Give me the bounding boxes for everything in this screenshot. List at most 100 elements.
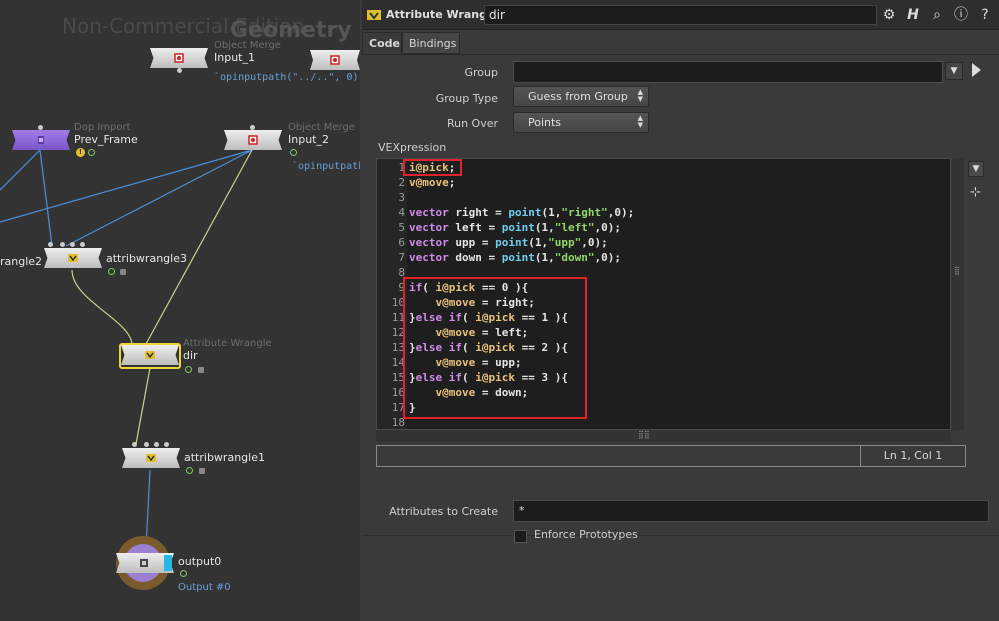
code-line[interactable]: 3 [377,190,950,205]
vex-code-editor[interactable]: 1 i@pick; 2 v@move; 3 4 vector right = point(1… [376,158,951,430]
node-wrangle2-name: rangle2 [0,255,43,268]
line-number: 12 [391,326,405,339]
display-flag-blue [164,555,172,571]
network-editor[interactable]: Non-Commercial Edition Geometry Object M… [0,0,360,621]
group-field[interactable] [513,61,943,83]
display-flag-icon [180,570,187,577]
wire-input2-wrangle3 [65,149,253,247]
code-text: vector down = point(1,"down",0); [409,251,621,264]
line-number: 3 [398,191,405,204]
line-number: 13 [391,341,405,354]
line-number: 15 [391,371,405,384]
line-number: 4 [398,206,405,219]
info-icon[interactable]: ⓘ [952,6,970,24]
gear-icon[interactable]: ⚙ [880,6,898,24]
display-flag-icon [108,268,115,275]
tab-code[interactable]: Code [362,32,402,54]
houdini-help-icon[interactable]: H [904,6,922,24]
code-horizontal-scrollbar[interactable]: ⣿⣿ [376,430,951,442]
node-type-label: Attribute Wrangle [386,8,499,21]
line-number: 11 [391,311,405,324]
node-attribwrangle3-name: attribwrangle3 [106,252,187,265]
code-text: vector upp = point(1,"upp",0); [409,236,608,249]
highlight-box-ifblock [403,277,587,419]
code-text: vector left = point(1,"left",0); [409,221,621,234]
enforce-prototypes-label: Enforce Prototypes [534,528,638,541]
display-flag-icon [186,467,193,474]
line-number: 14 [391,356,405,369]
wire-prevframe-wrangle3 [39,149,53,247]
run-over-menu[interactable]: Points ▲ ▼ [513,112,649,133]
vexpression-label: VEXpression [378,141,447,154]
line-number: 7 [398,251,405,264]
group-type-label: Group Type [435,92,498,105]
enforce-prototypes-checkbox[interactable] [514,530,527,543]
node-dir-type: Attribute Wrangle [183,338,272,349]
node-prevframe-name: Prev_Frame [74,133,138,146]
add-spare-params-icon[interactable]: ⊹ [970,185,981,200]
node-input2-name: Input_2 [288,133,329,146]
code-line[interactable]: 2 v@move; [377,175,950,190]
wrangle-icon [68,254,78,262]
highlight-box-pick [403,159,462,176]
code-vertical-scrollbar[interactable]: ⣿ [952,158,964,430]
node-attribwrangle1-name: attribwrangle1 [184,451,265,464]
search-icon[interactable]: ⌕ [928,6,946,24]
code-text: vector right = point(1,"right",0); [409,206,635,219]
wrangle-icon [146,454,156,462]
code-line[interactable]: 4 vector right = point(1,"right",0); [377,205,950,220]
line-number: 1 [398,161,405,174]
attributes-to-create-field[interactable]: * [513,500,989,522]
wire-offscreen-prevframe [0,149,41,191]
line-number: 9 [398,281,405,294]
editor-menu-button[interactable]: ▼ [968,161,984,177]
group-dropdown-button[interactable]: ▼ [945,62,963,80]
lock-icon [198,367,204,373]
lock-icon [199,468,205,474]
code-line[interactable]: 1 i@pick; [377,160,950,175]
node-input1-name: Input_1 [214,51,255,64]
lower-parameters: Attributes to Create * Enforce Prototype… [362,500,999,621]
code-line[interactable]: 5 vector left = point(1,"left",0); [377,220,950,235]
cursor-position: Ln 1, Col 1 [860,446,965,466]
node-dir-name: dir [183,349,198,362]
code-text: v@move; [409,176,456,189]
output-icon [140,559,148,567]
run-over-label: Run Over [446,117,498,130]
line-number: 5 [398,221,405,234]
object-merge-icon [330,55,340,65]
object-merge-icon [174,53,184,63]
node-input2-expr: `opinputpath(" [292,161,360,172]
display-flag-icon [88,149,95,156]
node-input2-type: Object Merge [288,122,355,133]
code-tab-content: Group ▼ Group Type Guess from Group ▲ ▼ R… [362,54,999,534]
select-arrow-icon[interactable] [972,63,981,77]
lock-icon [120,269,126,275]
parameter-pane: Attribute Wrangle dir ⚙ H ⌕ ⓘ ? Code Bin… [362,0,999,621]
display-flag-icon [185,366,192,373]
attribute-wrangle-icon [367,10,381,20]
tab-bindings[interactable]: Bindings [402,32,460,54]
line-number: 2 [398,176,405,189]
code-line[interactable]: 6 vector upp = point(1,"upp",0); [377,235,950,250]
object-merge-icon [248,135,258,145]
wire-dir-wrangle1 [135,367,151,445]
line-number: 8 [398,266,405,279]
line-number: 18 [391,416,405,429]
parameter-header: Attribute Wrangle dir ⚙ H ⌕ ⓘ ? [362,0,999,30]
dop-import-icon [38,136,44,144]
group-label: Group [464,66,499,79]
help-icon[interactable]: ? [976,6,994,24]
attributes-to-create-label: Attributes to Create [389,505,498,518]
node-prevframe-type: Dop Import [74,122,131,133]
node-output0-sub: Output #0 [178,582,231,593]
warning-icon: ! [76,148,85,157]
line-number: 6 [398,236,405,249]
code-line[interactable]: 7 vector down = point(1,"down",0); [377,250,950,265]
menu-arrows-icon: ▲ ▼ [637,88,643,103]
line-number: 16 [391,386,405,399]
node-input1-expr: `opinputpath("../..", 0)` [214,72,360,83]
group-type-menu[interactable]: Guess from Group ▲ ▼ [513,86,649,107]
wire-offscreen-wrangle2 [0,149,253,223]
node-name-field[interactable]: dir [484,5,877,25]
